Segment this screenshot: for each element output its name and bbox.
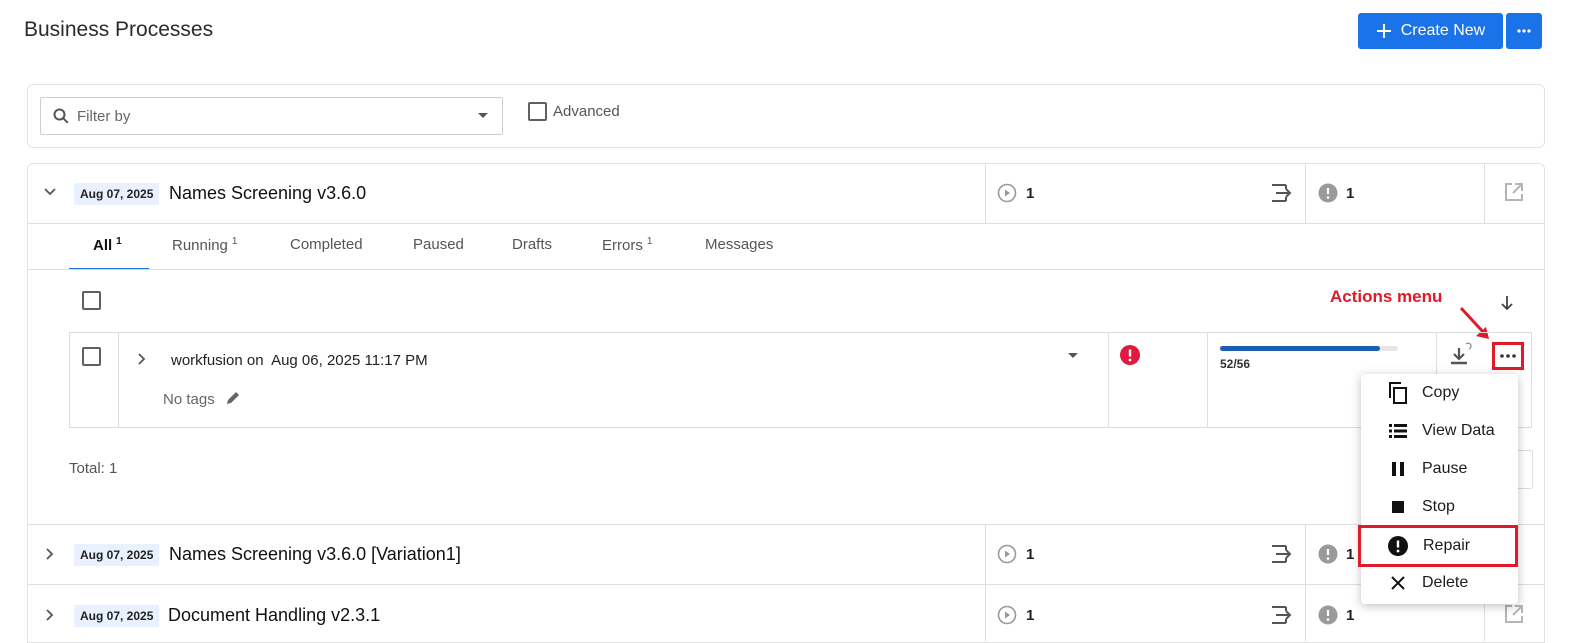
- chevron-right-icon[interactable]: [137, 352, 147, 366]
- process-date-badge: Aug 07, 2025: [74, 605, 160, 627]
- process-name[interactable]: Document Handling v2.3.1: [168, 605, 380, 626]
- tab-drafts[interactable]: Drafts: [512, 236, 552, 253]
- alert-circle-gray-icon: [1318, 605, 1338, 625]
- tab-running[interactable]: Running 1: [172, 236, 237, 254]
- progress-fill: [1220, 346, 1380, 351]
- process-date-badge: Aug 07, 2025: [74, 183, 160, 205]
- chevron-down-icon[interactable]: [43, 187, 57, 197]
- advanced-checkbox[interactable]: [528, 102, 547, 121]
- menu-item-repair[interactable]: Repair: [1358, 525, 1518, 567]
- search-icon: [53, 108, 69, 124]
- tab-all[interactable]: All 1: [93, 236, 122, 254]
- list-icon: [1386, 419, 1410, 443]
- more-horizontal-icon: [1517, 29, 1531, 33]
- instance-title[interactable]: workfusion on Aug 06, 2025 11:17 PM: [171, 352, 428, 369]
- menu-item-pause[interactable]: Pause: [1361, 450, 1518, 488]
- alert-circle-gray-icon: [1318, 183, 1338, 203]
- tab-paused[interactable]: Paused: [413, 236, 464, 253]
- process-name[interactable]: Names Screening v3.6.0: [169, 183, 366, 204]
- workflow-icon[interactable]: [1270, 604, 1294, 626]
- filter-input[interactable]: [75, 106, 478, 126]
- filter-field[interactable]: [40, 97, 503, 135]
- tab-errors[interactable]: Errors 1: [602, 236, 652, 254]
- close-icon: [1386, 571, 1410, 595]
- play-circle-icon: [997, 183, 1017, 203]
- actions-menu-button[interactable]: [1492, 342, 1524, 370]
- play-circle-icon: [997, 544, 1017, 564]
- progress-count: 52/56: [1220, 357, 1251, 371]
- advanced-label: Advanced: [553, 103, 620, 120]
- plus-icon: [1376, 23, 1392, 39]
- create-new-label: Create New: [1400, 22, 1486, 39]
- advanced-toggle[interactable]: Advanced: [528, 102, 620, 121]
- tab-completed[interactable]: Completed: [290, 236, 363, 253]
- download-sync-icon[interactable]: [1448, 340, 1474, 368]
- more-horizontal-icon: [1500, 354, 1516, 358]
- play-circle-icon: [997, 605, 1017, 625]
- menu-item-stop[interactable]: Stop: [1361, 488, 1518, 526]
- actions-menu-annotation: Actions menu: [1330, 287, 1443, 306]
- menu-item-copy[interactable]: Copy: [1361, 374, 1518, 412]
- tab-messages[interactable]: Messages: [705, 236, 773, 253]
- chevron-right-icon[interactable]: [45, 608, 55, 622]
- tags-label: No tags: [163, 391, 215, 408]
- error-count: 1: [1346, 607, 1355, 624]
- pause-icon: [1386, 457, 1410, 481]
- error-count: 1: [1346, 185, 1355, 202]
- copy-icon: [1386, 381, 1410, 405]
- workflow-icon[interactable]: [1270, 543, 1294, 565]
- open-external-icon[interactable]: [1504, 604, 1524, 624]
- workflow-icon[interactable]: [1270, 182, 1294, 204]
- actions-dropdown-menu: Copy View Data Pause Stop Delete: [1361, 374, 1518, 604]
- error-count: 1: [1346, 546, 1355, 563]
- caret-down-icon[interactable]: [478, 113, 488, 119]
- running-count: 1: [1026, 607, 1035, 624]
- total-count: Total: 1: [69, 460, 118, 477]
- page-title: Business Processes: [24, 18, 214, 41]
- instance-checkbox[interactable]: [82, 347, 101, 366]
- alert-circle-icon: [1388, 536, 1408, 556]
- alert-circle-gray-icon: [1318, 544, 1338, 564]
- more-options-button[interactable]: [1506, 13, 1542, 49]
- select-all-checkbox[interactable]: [82, 291, 101, 310]
- process-name[interactable]: Names Screening v3.6.0 [Variation1]: [169, 544, 461, 565]
- edit-pencil-icon[interactable]: [226, 390, 241, 405]
- chevron-right-icon[interactable]: [45, 547, 55, 561]
- menu-item-view-data[interactable]: View Data: [1361, 412, 1518, 450]
- menu-item-delete[interactable]: Delete: [1361, 564, 1518, 602]
- instance-expand-caret-icon[interactable]: [1068, 353, 1078, 359]
- error-status-icon: [1120, 345, 1140, 365]
- running-count: 1: [1026, 546, 1035, 563]
- process-date-badge: Aug 07, 2025: [74, 544, 160, 566]
- open-external-icon[interactable]: [1504, 182, 1524, 202]
- stop-icon: [1386, 495, 1410, 519]
- sort-arrow-down-icon[interactable]: [1500, 295, 1514, 311]
- create-new-button[interactable]: Create New: [1358, 13, 1503, 49]
- running-count: 1: [1026, 185, 1035, 202]
